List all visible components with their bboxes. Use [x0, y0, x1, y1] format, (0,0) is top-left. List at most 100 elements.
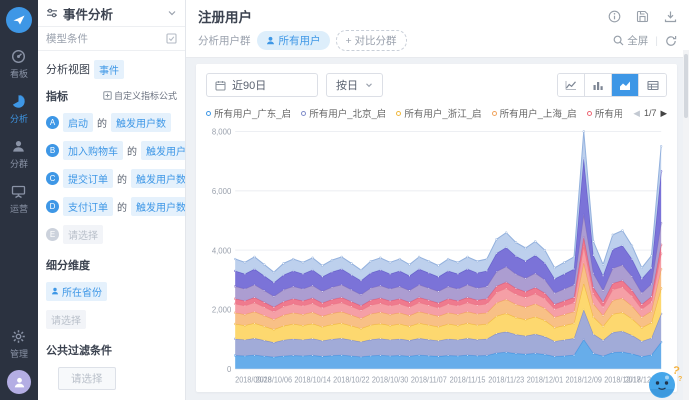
- fullscreen-button[interactable]: 全屏: [613, 33, 648, 48]
- user-group-icon: [11, 139, 26, 154]
- chart-type-line-button[interactable]: [558, 74, 585, 96]
- legend-page-indicator: 1/7: [644, 108, 657, 118]
- sidebar-item-segments[interactable]: 分群: [10, 139, 28, 170]
- metric-row-a: A 启动 的 触发用户数: [46, 113, 177, 132]
- analysis-view-row: 分析视图 事件: [46, 60, 177, 79]
- metric-badge: B: [46, 144, 59, 157]
- chevron-down-icon[interactable]: [167, 8, 177, 18]
- svg-text:2018/10/22: 2018/10/22: [333, 375, 369, 384]
- sidebar-item-analysis[interactable]: 分析: [10, 94, 28, 125]
- breakdown-tag-province[interactable]: 所在省份: [46, 282, 107, 301]
- mascot-icon: ? ?: [645, 362, 685, 400]
- legend-item-3[interactable]: 所有用户_浙江_启动的触发用户数: [396, 106, 480, 120]
- analysis-view-label: 分析视图: [46, 61, 90, 77]
- bar-chart-icon: [592, 80, 604, 91]
- metric-badge: A: [46, 116, 59, 129]
- legend-pager: ◀ 1/7 ▶: [633, 108, 667, 119]
- measure-tag[interactable]: 触发用户数: [131, 197, 185, 216]
- svg-text:2018/12/09: 2018/12/09: [566, 375, 602, 384]
- view-tag-event[interactable]: 事件: [94, 60, 124, 79]
- scrollbar-thumb[interactable]: [684, 54, 688, 118]
- event-tag[interactable]: 提交订单: [63, 169, 113, 188]
- metric-badge-next: E: [46, 228, 59, 241]
- svg-text:2,000: 2,000: [212, 305, 232, 314]
- user-icon: [266, 36, 275, 45]
- chart-legend: 所有用户_广东_启动的触发用户数 所有用户_北京_启动的触发用户数 所有用户_浙…: [206, 106, 667, 120]
- measure-tag[interactable]: 触发用户数: [111, 113, 171, 132]
- model-condition-row[interactable]: 模型条件: [38, 27, 185, 50]
- granularity-select[interactable]: 按日: [326, 73, 383, 97]
- metric-add-placeholder[interactable]: 请选择: [63, 225, 103, 244]
- breakdown-label: 细分维度: [46, 257, 90, 273]
- save-icon[interactable]: [636, 10, 649, 23]
- svg-text:2018/11/07: 2018/11/07: [411, 375, 447, 384]
- refresh-icon[interactable]: [665, 35, 677, 47]
- event-tag[interactable]: 支付订单: [63, 197, 113, 216]
- svg-text:2018/12/01: 2018/12/01: [527, 375, 563, 384]
- panel-body: 分析视图 事件 指标 自定义指标公式 A 启动 的 触发用户数 B 加入购物车 …: [38, 51, 185, 400]
- legend-item-4[interactable]: 所有用户_上海_启动的触发用户数: [492, 106, 576, 120]
- panel-title: 事件分析: [63, 4, 162, 23]
- sidebar-item-dashboard[interactable]: 看板: [10, 49, 28, 80]
- legend-marker: [206, 111, 211, 116]
- event-tag[interactable]: 启动: [63, 113, 93, 132]
- legend-item-5[interactable]: 所有用户_湖南: [587, 106, 623, 120]
- all-users-pill[interactable]: 所有用户: [257, 31, 330, 50]
- svg-text:2018/11/15: 2018/11/15: [450, 375, 486, 384]
- breakdown-add-placeholder[interactable]: 请选择: [46, 310, 86, 329]
- sliders-icon: [46, 7, 58, 19]
- save-model-icon[interactable]: [166, 33, 177, 44]
- metrics-label: 指标: [46, 88, 68, 104]
- info-icon[interactable]: [608, 10, 621, 23]
- legend-marker: [492, 111, 497, 116]
- chart-type-table-button[interactable]: [639, 74, 666, 96]
- filter-header-row: 公共过滤条件: [46, 342, 177, 358]
- user-avatar[interactable]: [7, 370, 31, 394]
- legend-prev-arrow[interactable]: ◀: [633, 108, 640, 119]
- compare-group-button[interactable]: + 对比分群: [336, 30, 407, 51]
- divider: |: [655, 35, 658, 47]
- main-header: 注册用户 分析用户群 所有用户 + 对比分群 全屏 |: [186, 0, 689, 58]
- line-chart-icon: [565, 80, 577, 91]
- svg-text:2018/10/30: 2018/10/30: [372, 375, 408, 384]
- sidebar-item-label: 分群: [10, 157, 28, 170]
- sidebar-item-label: 看板: [10, 67, 28, 80]
- chart-canvas[interactable]: 02,0004,0006,0008,0002018/09/282018/10/0…: [206, 123, 667, 390]
- pie-chart-icon: [11, 94, 26, 109]
- filter-add-placeholder[interactable]: 请选择: [58, 367, 116, 390]
- chart-type-bar-button[interactable]: [585, 74, 612, 96]
- helper-mascot[interactable]: ? ?: [645, 362, 685, 400]
- measure-tag[interactable]: 触发用户数: [141, 141, 185, 160]
- metrics-header-row: 指标 自定义指标公式: [46, 88, 177, 104]
- table-icon: [647, 80, 659, 91]
- legend-next-arrow[interactable]: ▶: [660, 108, 667, 119]
- metric-badge: C: [46, 172, 59, 185]
- date-range-input[interactable]: 近90日: [206, 73, 318, 97]
- sidebar-item-operation[interactable]: 运营: [10, 184, 28, 215]
- area-chart-icon: [619, 80, 631, 91]
- svg-text:6,000: 6,000: [212, 187, 232, 196]
- download-icon[interactable]: [664, 10, 677, 23]
- svg-text:?: ?: [678, 376, 682, 383]
- gauge-icon: [11, 49, 26, 64]
- app-logo[interactable]: [6, 7, 32, 33]
- sidebar-item-label: 运营: [10, 202, 28, 215]
- sidebar-item-admin[interactable]: 管理: [10, 329, 28, 360]
- chart-type-area-button[interactable]: [612, 74, 639, 96]
- event-tag[interactable]: 加入购物车: [63, 141, 123, 160]
- filter-row: 请选择: [46, 367, 177, 390]
- paper-plane-icon: [12, 13, 26, 27]
- legend-item-2[interactable]: 所有用户_北京_启动的触发用户数: [301, 106, 385, 120]
- group-label: 分析用户群: [198, 33, 251, 48]
- measure-tag[interactable]: 触发用户数: [131, 169, 185, 188]
- presentation-board-icon: [11, 184, 26, 199]
- chart-type-switcher: [557, 73, 667, 97]
- custom-formula-link[interactable]: 自定义指标公式: [103, 89, 177, 102]
- scrollbar-track[interactable]: [683, 50, 689, 400]
- person-icon: [13, 376, 26, 389]
- legend-item-1[interactable]: 所有用户_广东_启动的触发用户数: [206, 106, 290, 120]
- stacked-area-chart[interactable]: 02,0004,0006,0008,0002018/09/282018/10/0…: [206, 123, 667, 390]
- dimension-person-icon: [51, 287, 59, 295]
- breakdown-row: 所在省份: [46, 282, 177, 301]
- app-rail: 看板 分析 分群 运营 管理: [0, 0, 38, 400]
